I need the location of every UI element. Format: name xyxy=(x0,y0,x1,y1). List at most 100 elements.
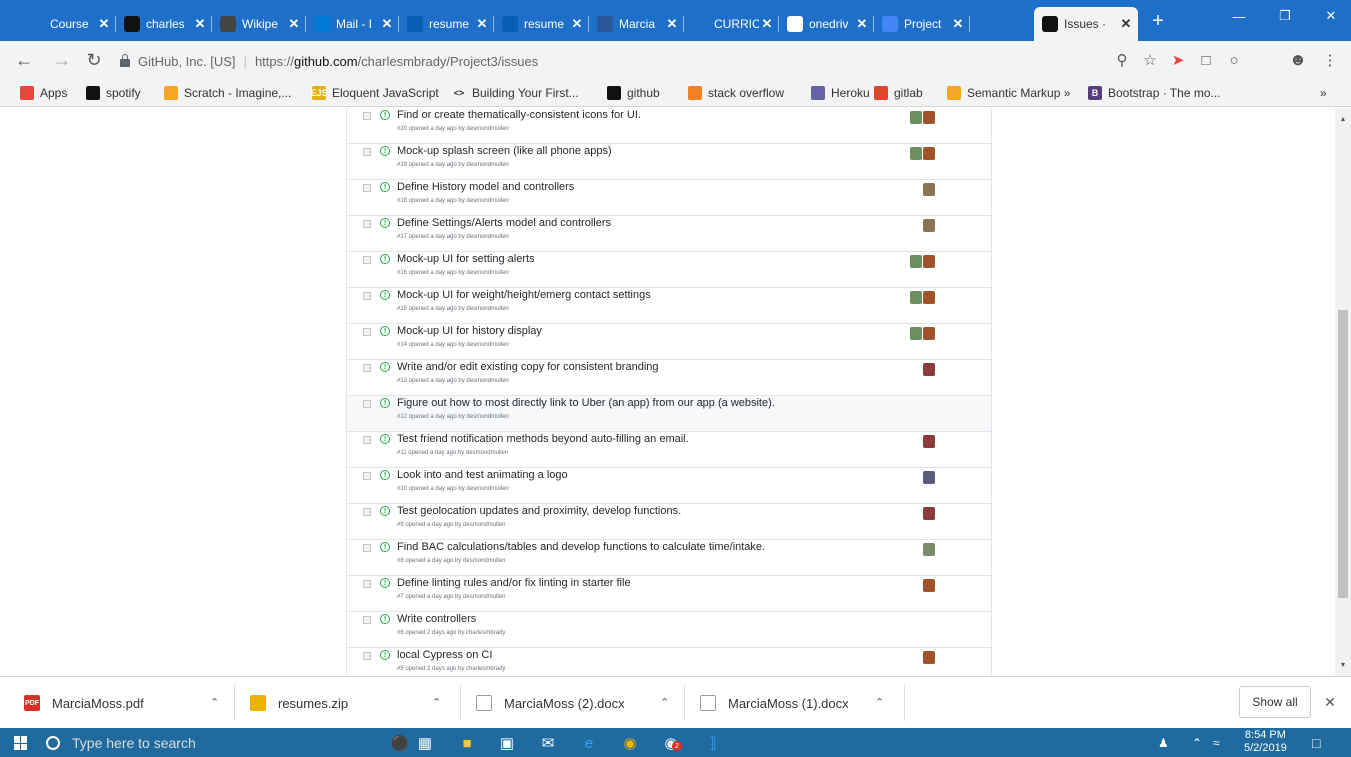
issue-checkbox[interactable] xyxy=(363,148,371,156)
bookmark[interactable]: stack overflow xyxy=(688,84,784,102)
assignee-avatars[interactable] xyxy=(909,327,935,340)
profile-icon[interactable]: ☻ xyxy=(1288,50,1308,70)
issue-row[interactable]: ! Mock-up UI for weight/height/emerg cont… xyxy=(347,288,991,324)
address-bar[interactable]: GitHub, Inc. [US] | https:// github.com … xyxy=(120,51,538,71)
close-tab-icon[interactable]: ✕ xyxy=(286,16,302,32)
close-tab-icon[interactable]: ✕ xyxy=(664,16,680,32)
bookmark[interactable]: <> Building Your First... xyxy=(452,84,579,102)
chevron-up-icon[interactable]: ⌃ xyxy=(875,696,884,709)
edge-icon[interactable]: e xyxy=(577,731,601,755)
wifi-icon[interactable]: ≈ xyxy=(1213,728,1220,757)
browser-tab[interactable]: Course ✕ xyxy=(20,7,116,41)
tray-chevron-icon[interactable]: ⌃ xyxy=(1192,728,1202,757)
issue-row[interactable]: ! Define History model and controllers #18… xyxy=(347,180,991,216)
microphone-icon[interactable]: ⚫ xyxy=(388,731,412,755)
windows-start-icon[interactable] xyxy=(14,736,28,750)
bookmark[interactable]: github xyxy=(607,84,660,102)
taskbar-search[interactable]: Type here to search xyxy=(40,728,340,757)
extension-icon[interactable]: ➤ xyxy=(1168,50,1188,70)
issue-checkbox[interactable] xyxy=(363,616,371,624)
issue-title[interactable]: Mock-up UI for setting alerts xyxy=(397,253,535,265)
browser-tab[interactable]: Marcia ✕ xyxy=(589,7,684,41)
avatar[interactable] xyxy=(910,327,922,340)
download-item[interactable]: MarciaMoss (2).docx ⌃ xyxy=(476,677,686,729)
issue-checkbox[interactable] xyxy=(363,400,371,408)
bookmark[interactable]: Semantic Markup » xyxy=(947,84,1070,102)
issue-title[interactable]: Find BAC calculations/tables and develop… xyxy=(397,541,765,553)
issue-row[interactable]: ! Write controllers #6 opened 2 days ago b… xyxy=(347,612,991,648)
browser-tab[interactable]: CURRIC ✕ xyxy=(684,7,779,41)
chrome-icon[interactable]: ◉ xyxy=(618,731,642,755)
notification-center-icon[interactable]: □ xyxy=(1312,728,1320,757)
bookmark[interactable]: spotify xyxy=(86,84,141,102)
chevron-up-icon[interactable]: ⌃ xyxy=(432,696,441,709)
minimize-button[interactable]: — xyxy=(1216,0,1262,32)
extension-icon[interactable]: ○ xyxy=(1224,50,1244,70)
bookmark[interactable]: Apps xyxy=(20,84,67,102)
star-icon[interactable]: ☆ xyxy=(1140,50,1160,70)
browser-tab[interactable]: resume ✕ xyxy=(399,7,494,41)
restore-button[interactable]: ❐ xyxy=(1262,0,1308,32)
avatar[interactable] xyxy=(923,435,935,448)
avatar[interactable] xyxy=(910,291,922,304)
mail-icon[interactable]: ✉ xyxy=(536,731,560,755)
issue-row[interactable]: ! Mock-up UI for history display #14 opene… xyxy=(347,324,991,360)
assignee-avatars[interactable] xyxy=(922,219,935,232)
issue-row[interactable]: ! Look into and test animating a logo #10 … xyxy=(347,468,991,504)
assignee-avatars[interactable] xyxy=(922,435,935,448)
issue-title[interactable]: Find or create thematically-consistent i… xyxy=(397,109,641,121)
issue-title[interactable]: Mock-up UI for history display xyxy=(397,325,542,337)
assignee-avatars[interactable] xyxy=(909,255,935,268)
forward-arrow-icon[interactable]: → xyxy=(50,48,74,72)
issue-row[interactable]: ! Test friend notification methods beyond… xyxy=(347,432,991,468)
avatar[interactable] xyxy=(910,255,922,268)
scrollbar[interactable]: ▲ ▼ xyxy=(1335,108,1351,676)
menu-icon[interactable]: ⋮ xyxy=(1320,50,1340,70)
issue-title[interactable]: local Cypress on CI xyxy=(397,649,492,661)
assignee-avatars[interactable] xyxy=(922,471,935,484)
avatar[interactable] xyxy=(910,111,922,124)
avatar[interactable] xyxy=(923,471,935,484)
assignee-avatars[interactable] xyxy=(909,147,935,160)
issue-title[interactable]: Define linting rules and/or fix linting … xyxy=(397,577,631,589)
issue-title[interactable]: Mock-up UI for weight/height/emerg conta… xyxy=(397,289,651,301)
issue-row[interactable]: ! Write and/or edit existing copy for con… xyxy=(347,360,991,396)
file-explorer-icon[interactable]: ■ xyxy=(455,731,479,755)
close-tab-icon[interactable]: ✕ xyxy=(1118,16,1134,32)
issue-checkbox[interactable] xyxy=(363,292,371,300)
avatar[interactable] xyxy=(923,291,935,304)
issue-title[interactable]: Write and/or edit existing copy for cons… xyxy=(397,361,659,373)
zoom-icon[interactable]: ⚲ xyxy=(1112,50,1132,70)
browser-tab[interactable]: Mail - I ✕ xyxy=(306,7,399,41)
close-tab-icon[interactable]: ✕ xyxy=(474,16,490,32)
assignee-avatars[interactable] xyxy=(922,363,935,376)
reload-icon[interactable]: ↻ xyxy=(82,48,106,72)
issue-row[interactable]: ! Find BAC calculations/tables and develo… xyxy=(347,540,991,576)
close-tab-icon[interactable]: ✕ xyxy=(854,16,870,32)
issue-row[interactable]: ! Figure out how to most directly link to… xyxy=(347,396,991,432)
issue-row[interactable]: ! Test geolocation updates and proximity,… xyxy=(347,504,991,540)
assignee-avatars[interactable] xyxy=(922,651,935,664)
issue-title[interactable]: Test geolocation updates and proximity, … xyxy=(397,505,681,517)
issue-checkbox[interactable] xyxy=(363,544,371,552)
issue-checkbox[interactable] xyxy=(363,256,371,264)
avatar[interactable] xyxy=(923,147,935,160)
issue-title[interactable]: Write controllers xyxy=(397,613,476,625)
people-icon[interactable]: ♟ xyxy=(1158,728,1169,757)
show-all-button[interactable]: Show all xyxy=(1239,686,1311,718)
issue-title[interactable]: Test friend notification methods beyond … xyxy=(397,433,689,445)
assignee-avatars[interactable] xyxy=(922,543,935,556)
issue-title[interactable]: Define History model and controllers xyxy=(397,181,574,193)
browser-tab[interactable]: resume ✕ xyxy=(494,7,589,41)
scrollbar-thumb[interactable] xyxy=(1338,310,1348,598)
avatar[interactable] xyxy=(910,147,922,160)
more-bookmarks-button[interactable]: » xyxy=(1320,84,1327,102)
avatar[interactable] xyxy=(923,651,935,664)
download-item[interactable]: resumes.zip ⌃ xyxy=(250,677,460,729)
issue-checkbox[interactable] xyxy=(363,508,371,516)
new-tab-button[interactable]: + xyxy=(1144,7,1172,35)
browser-tab[interactable]: charles ✕ xyxy=(116,7,212,41)
close-tab-icon[interactable]: ✕ xyxy=(950,16,966,32)
issue-checkbox[interactable] xyxy=(363,220,371,228)
issue-row[interactable]: ! Define Settings/Alerts model and contro… xyxy=(347,216,991,252)
